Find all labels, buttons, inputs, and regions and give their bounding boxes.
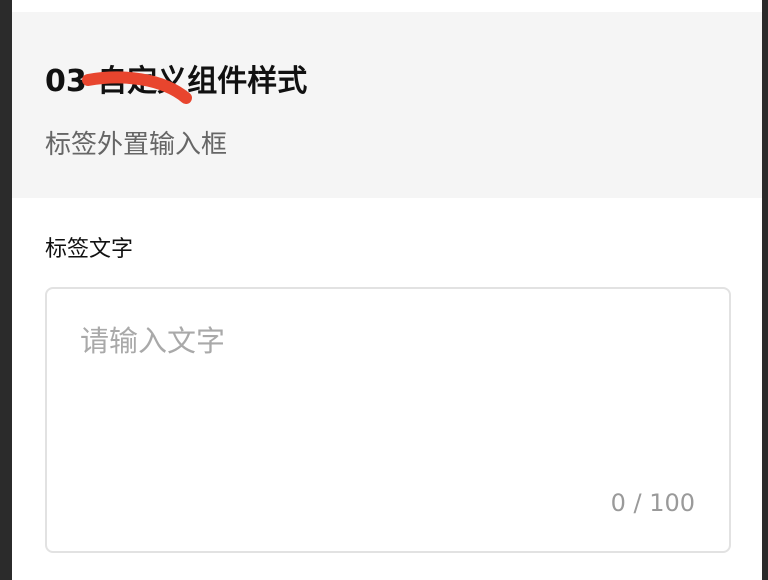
character-counter: 0 / 100 [610,489,695,517]
section-header: 03 自定义组件样式 标签外置输入框 [12,12,762,198]
text-input[interactable] [47,289,729,469]
field-label: 标签文字 [45,237,134,262]
section-subtitle: 标签外置输入框 [45,130,228,160]
redaction-scribble-icon [82,71,192,104]
textarea-container[interactable]: 0 / 100 [45,287,731,553]
form-page: 03 自定义组件样式 标签外置输入框 标签文字 0 / 100 [12,0,762,580]
